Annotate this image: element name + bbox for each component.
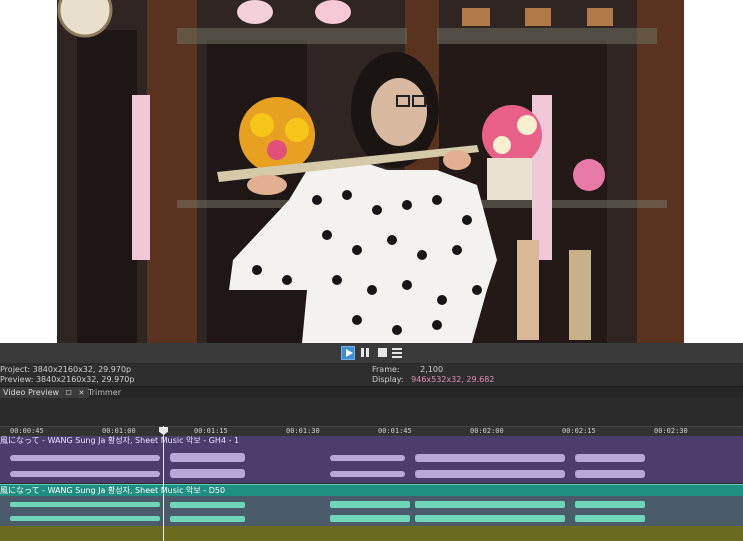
video-frame-image [57,0,684,343]
audio-track-gh4[interactable]: 風になって - WANG Sung Ja 황성자, Sheet Music 악보… [0,436,743,483]
display-label: Display: [372,375,404,384]
tab-trimmer[interactable]: Trimmer [85,387,124,398]
ruler-label: 00:02:00 [470,427,504,435]
frame-label: Frame: [372,365,400,374]
ruler-label: 00:01:15 [194,427,228,435]
ruler-label: 00:01:45 [378,427,412,435]
tab-video-preview[interactable]: Video Preview ☐ ✕ [0,387,89,398]
lower-track[interactable] [0,526,743,541]
ruler-label: 00:01:30 [286,427,320,435]
preview-info: Project: 3840x2160x32, 29.970p Preview: … [0,364,743,386]
stop-button[interactable] [376,346,390,360]
display-value: 946x532x32, 29.682 [411,375,495,384]
playhead-line[interactable] [163,426,164,541]
track2-waveform [10,501,645,522]
frame-info: Frame: 2,100 [372,365,443,375]
menu-button[interactable] [391,346,405,360]
timeline-ruler-area: 00:00:45 00:01:00 00:01:15 00:01:30 00:0… [0,398,743,437]
track1-title: 風になって - WANG Sung Ja 황성자, Sheet Music 악보… [0,436,743,446]
play-button[interactable] [341,346,355,360]
preview-info-line: Preview: 3840x2160x32, 29.970p [0,375,135,384]
video-frame-illustration [57,0,684,343]
transport-bar [0,343,743,364]
ruler-label: 00:01:00 [102,427,136,435]
project-info: Project: 3840x2160x32, 29.970p [0,365,132,374]
pause-button[interactable] [359,346,373,360]
audio-track-d50[interactable] [0,496,743,526]
video-preview-panel [0,0,743,343]
tab-video-preview-label: Video Preview [3,388,60,397]
ruler-label: 00:02:15 [562,427,596,435]
ruler-label: 00:02:30 [654,427,688,435]
frame-value: 2,100 [420,365,444,374]
ruler-label: 00:00:45 [10,427,44,435]
track1-waveform [10,453,645,478]
display-info: Display: 946x532x32, 29.682 [372,375,494,385]
